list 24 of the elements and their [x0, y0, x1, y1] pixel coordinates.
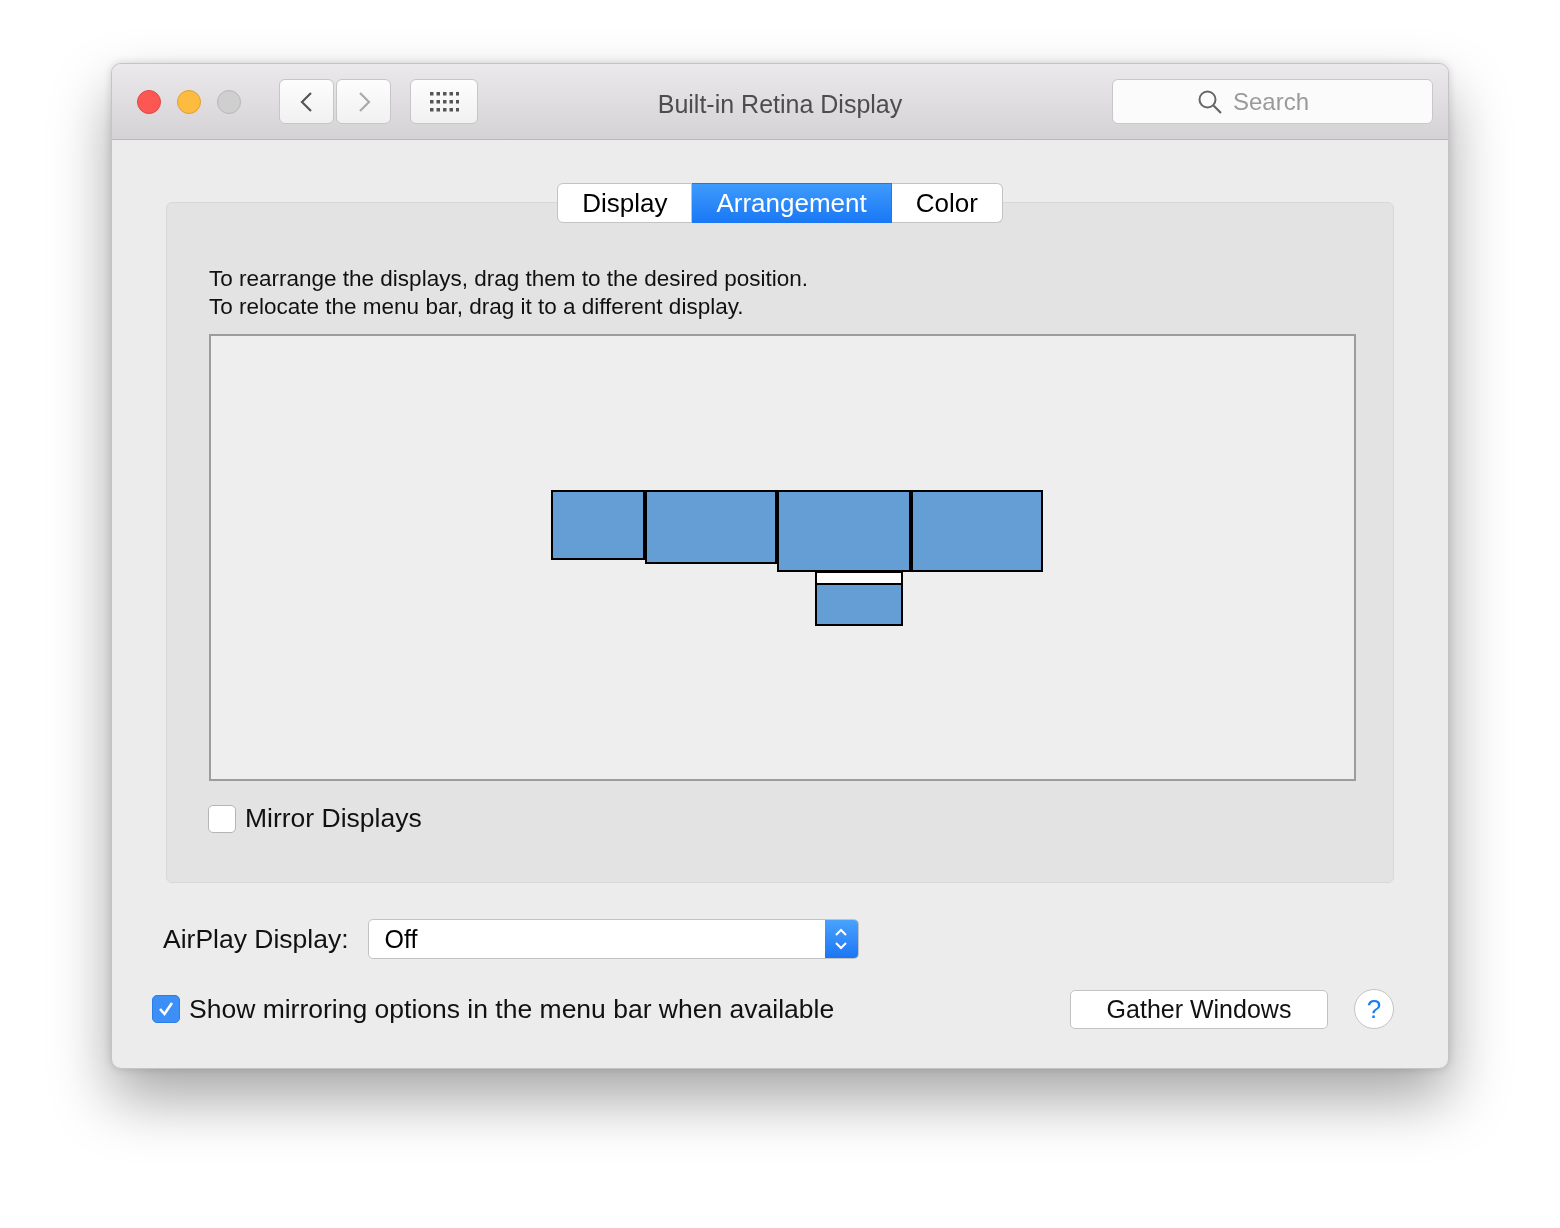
show-mirroring-checkbox[interactable] [152, 995, 180, 1023]
airplay-label: AirPlay Display: [163, 923, 349, 955]
search-icon [1197, 89, 1223, 115]
tab[interactable]: Color [891, 183, 1003, 223]
tab[interactable]: Arrangement [692, 183, 892, 223]
up-down-arrows-icon [833, 926, 850, 952]
instruction-text: To relocate the menu bar, drag it to a different display. [209, 293, 745, 321]
close-icon[interactable] [137, 89, 161, 114]
airplay-dropdown[interactable]: Off [367, 919, 859, 959]
back-button[interactable] [279, 79, 334, 124]
window-title: Built-in Retina Display [657, 90, 903, 119]
minimize-icon[interactable] [177, 89, 201, 114]
mirror-displays-checkbox[interactable] [208, 804, 236, 833]
grid-icon [429, 90, 459, 113]
checkbox-label: Mirror Displays [245, 803, 422, 834]
tab[interactable]: Display [557, 183, 693, 223]
checkbox-label: Show mirroring options in the menu bar when available [189, 993, 835, 1025]
gather-windows-button[interactable]: Gather Windows [1070, 989, 1328, 1029]
display-arrangement-drawing[interactable] [551, 490, 1045, 628]
instruction-text: To rearrange the displays, drag them to the desired position. [209, 265, 810, 293]
chevron-left-icon [298, 89, 315, 114]
show-all-button[interactable] [410, 79, 478, 124]
help-button[interactable]: ? [1354, 989, 1394, 1029]
search-field[interactable]: Search [1112, 79, 1433, 124]
